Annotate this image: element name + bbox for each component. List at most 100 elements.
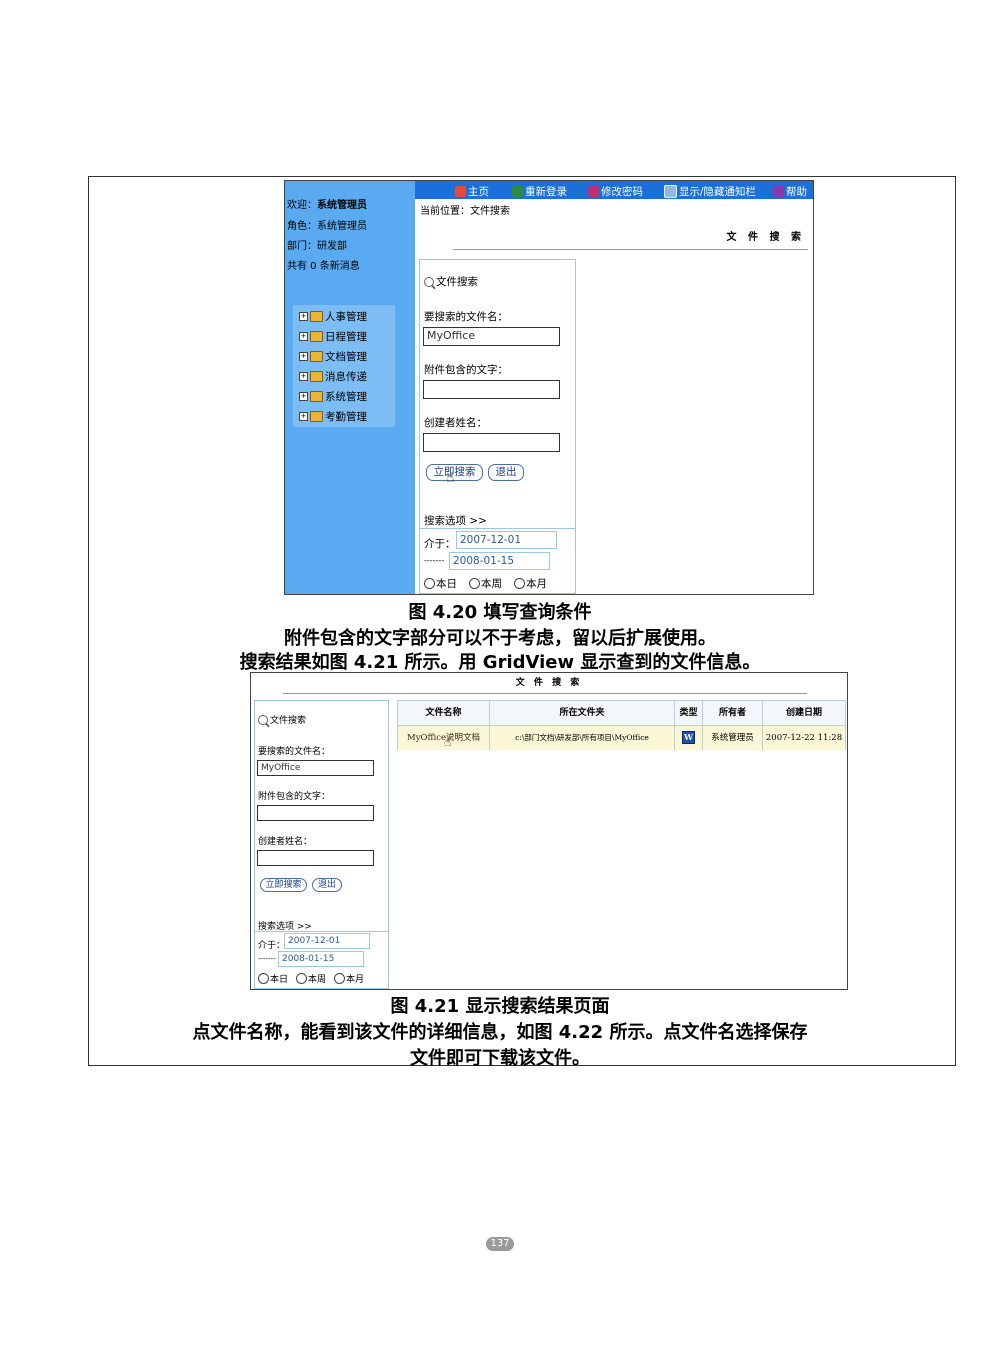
attachment-label: 附件包含的文字： xyxy=(424,364,508,376)
radio-today[interactable]: 本日 xyxy=(424,576,457,591)
search-options: 介于： 2007-12-01 ------- 2008-01-15 本日 本周 … xyxy=(254,931,389,989)
message-count: 共有 0 条新消息 xyxy=(287,261,360,272)
nav-change-password[interactable]: 修改密码 xyxy=(588,184,643,199)
radio-icon xyxy=(334,973,345,984)
radio-this-week[interactable]: 本周 xyxy=(296,972,326,985)
range-separator: ------- xyxy=(424,556,445,565)
expand-icon: + xyxy=(299,412,308,421)
grid-header-row: 文件名称 所在文件夹 类型 所有者 创建日期 xyxy=(398,701,845,725)
nav-home[interactable]: 主页 xyxy=(455,184,489,199)
menu-item-system[interactable]: + 系统管理 xyxy=(299,389,367,404)
menu-tree: + 人事管理 + 日程管理 + 文档管理 + 消息传递 + 系统管理 + 考勤管理 xyxy=(293,305,395,427)
filename-input[interactable]: MyOffice xyxy=(257,760,374,776)
hand-cursor-icon: ☝ xyxy=(444,735,452,749)
radio-icon xyxy=(514,578,525,589)
creator-input[interactable] xyxy=(423,433,560,452)
radio-this-month[interactable]: 本月 xyxy=(334,972,364,985)
date-from-input[interactable]: 2007-12-01 xyxy=(456,531,557,549)
body-text-line4: 文件即可下载该文件。 xyxy=(410,1048,590,1069)
filename-label: 要搜索的文件名： xyxy=(258,747,331,757)
breadcrumb: 当前位置：文件搜索 xyxy=(420,206,510,217)
radio-icon xyxy=(258,973,269,984)
radio-this-week[interactable]: 本周 xyxy=(469,576,502,591)
folder-icon xyxy=(310,311,323,322)
menu-item-attendance[interactable]: + 考勤管理 xyxy=(299,409,367,424)
expand-icon: + xyxy=(299,392,308,401)
search-panel-title: 文件搜索 xyxy=(424,274,478,289)
help-icon xyxy=(773,186,784,197)
exit-button[interactable]: 退出 xyxy=(488,464,524,481)
col-header-folder[interactable]: 所在文件夹 xyxy=(490,701,675,725)
folder-cell: c:\部门文档\研发部\所有项目\MyOffice xyxy=(490,726,675,750)
menu-item-messages[interactable]: + 消息传递 xyxy=(299,369,367,384)
body-text-line3: 点文件名称，能看到该文件的详细信息，如图 4.22 所示。点文件名选择保存 xyxy=(192,1022,808,1043)
nav-toggle-notice[interactable]: 显示/隐藏通知栏 xyxy=(664,184,756,199)
dept-text: 部门：研发部 xyxy=(287,241,347,252)
search-options: 介于： 2007-12-01 ------- 2008-01-15 本日 本周 … xyxy=(419,528,576,594)
welcome-text: 欢迎：系统管理员 xyxy=(287,200,367,211)
col-header-name[interactable]: 文件名称 xyxy=(398,701,490,725)
attachment-input[interactable] xyxy=(423,380,560,399)
creator-label: 创建者姓名： xyxy=(424,417,487,429)
page-number: 137 xyxy=(486,1237,514,1251)
menu-item-documents[interactable]: + 文档管理 xyxy=(299,349,367,364)
figure-caption-4-21: 图 4.21 显示搜索结果页面 xyxy=(390,996,610,1017)
creator-input[interactable] xyxy=(257,850,374,866)
attachment-label: 附件包含的文字： xyxy=(258,792,331,802)
search-panel: 文件搜索 要搜索的文件名： MyOffice 附件包含的文字： 创建者姓名： 立… xyxy=(254,700,389,932)
col-header-type[interactable]: 类型 xyxy=(675,701,703,725)
figure-caption-4-20: 图 4.20 填写查询条件 xyxy=(408,602,592,623)
search-icon xyxy=(258,714,268,725)
nav-relogin[interactable]: 重新登录 xyxy=(512,184,567,199)
search-panel-title: 文件搜索 xyxy=(258,713,306,726)
filename-input[interactable]: MyOffice xyxy=(423,327,560,346)
exit-button[interactable]: 退出 xyxy=(312,878,342,892)
search-icon xyxy=(424,276,434,287)
radio-icon xyxy=(424,578,435,589)
hand-cursor-icon: ☝ xyxy=(446,470,455,486)
col-header-owner[interactable]: 所有者 xyxy=(703,701,763,725)
attachment-input[interactable] xyxy=(257,805,374,821)
radio-this-month[interactable]: 本月 xyxy=(514,576,547,591)
divider xyxy=(283,693,807,694)
role-text: 角色：系统管理员 xyxy=(287,221,367,232)
type-cell: W xyxy=(675,726,703,750)
owner-cell: 系统管理员 xyxy=(703,726,763,750)
col-header-created[interactable]: 创建日期 xyxy=(763,701,845,725)
menu-item-hr[interactable]: + 人事管理 xyxy=(299,309,367,324)
expand-icon: + xyxy=(299,312,308,321)
divider xyxy=(453,249,808,250)
search-options-toggle[interactable]: 搜索选项 >> xyxy=(424,513,487,528)
top-nav-bar: 主页 重新登录 修改密码 显示/隐藏通知栏 帮助 xyxy=(415,181,813,199)
expand-icon: + xyxy=(299,332,308,341)
range-separator: ------- xyxy=(258,955,276,963)
home-icon xyxy=(455,186,466,197)
results-grid: 文件名称 所在文件夹 类型 所有者 创建日期 MyOffice说明文档 c:\部… xyxy=(397,700,846,750)
search-panel: 文件搜索 要搜索的文件名： MyOffice 附件包含的文字： 创建者姓名： 立… xyxy=(419,259,576,529)
key-icon xyxy=(588,186,599,197)
created-cell: 2007-12-22 11:28 xyxy=(765,733,843,743)
body-text-line1: 附件包含的文字部分可以不于考虑，留以后扩展使用。 xyxy=(284,628,716,649)
radio-today[interactable]: 本日 xyxy=(258,972,288,985)
date-to-input[interactable]: 2008-01-15 xyxy=(449,552,550,570)
relogin-icon xyxy=(512,186,523,197)
body-text-line2: 搜索结果如图 4.21 所示。用 GridView 显示查到的文件信息。 xyxy=(239,652,761,673)
folder-icon xyxy=(310,331,323,342)
menu-item-schedule[interactable]: + 日程管理 xyxy=(299,329,367,344)
search-button[interactable]: 立即搜索 xyxy=(260,878,307,892)
between-label: 介于： xyxy=(424,538,456,550)
screenshot-search-results: 文 件 搜 索 文件搜索 要搜索的文件名： MyOffice 附件包含的文字： … xyxy=(250,672,848,990)
folder-icon xyxy=(310,411,323,422)
nav-help[interactable]: 帮助 xyxy=(773,184,807,199)
screenshot-file-search-form: 欢迎：系统管理员 角色：系统管理员 部门：研发部 共有 0 条新消息 + 人事管理… xyxy=(284,180,814,595)
date-from-input[interactable]: 2007-12-01 xyxy=(284,933,370,949)
expand-icon: + xyxy=(299,372,308,381)
folder-icon xyxy=(310,351,323,362)
between-label: 介于： xyxy=(258,941,286,951)
folder-icon xyxy=(310,371,323,382)
creator-label: 创建者姓名： xyxy=(258,837,313,847)
radio-icon xyxy=(296,973,307,984)
page-title: 文 件 搜 索 xyxy=(515,678,583,688)
date-to-input[interactable]: 2008-01-15 xyxy=(278,951,364,967)
sidebar: 欢迎：系统管理员 角色：系统管理员 部门：研发部 共有 0 条新消息 + 人事管理… xyxy=(285,181,415,594)
